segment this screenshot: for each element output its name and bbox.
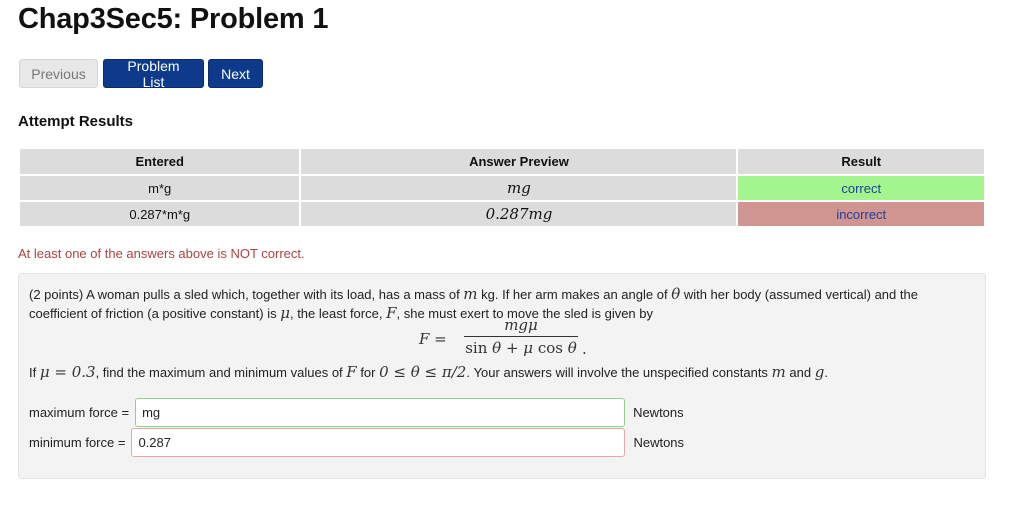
den-sin: sin: [465, 339, 488, 357]
math-symbol: g: [814, 363, 825, 381]
problem-text-part: .: [824, 365, 828, 380]
maximum-force-label: maximum force =: [29, 405, 130, 420]
problem-statement-box: (2 points) A woman pulls a sled which, t…: [18, 273, 986, 479]
table-row: m*g mg correct: [17, 174, 986, 202]
attempt-results-table: Entered Answer Preview Result m*g mg cor…: [17, 147, 986, 228]
minimum-force-label: minimum force =: [29, 435, 126, 450]
math-symbol: F: [386, 304, 397, 322]
math-expression: 0 ≤ θ ≤ π/2: [379, 363, 467, 381]
formula-numerator: mgμ: [504, 316, 538, 334]
entered-cell: 0.287*m*g: [17, 200, 302, 228]
problem-question: If μ = 0.3, find the maximum and minimum…: [29, 363, 974, 381]
entered-cell: m*g: [17, 174, 302, 202]
answer-preview-cell: 0.287mg: [299, 200, 739, 228]
problem-text-part: . Your answers will involve the unspecif…: [466, 365, 772, 380]
minimum-force-unit: Newtons: [633, 435, 685, 450]
page-title: Chap3Sec5: Problem 1: [18, 3, 329, 35]
formula-lhs: F =: [419, 330, 447, 348]
attempt-results-heading: Attempt Results: [18, 113, 134, 130]
maximum-force-input[interactable]: [135, 398, 626, 427]
force-formula: F = mgμ sin θ + μ cos θ .: [419, 314, 599, 366]
problem-text-part: , the least force,: [289, 306, 387, 321]
problem-text-part: If: [29, 365, 40, 380]
table-row: 0.287*m*g 0.287mg incorrect: [17, 200, 986, 228]
incorrect-warning-message: At least one of the answers above is NOT…: [18, 246, 305, 261]
math-symbol: m: [771, 363, 786, 381]
result-cell-correct: correct: [736, 174, 986, 202]
answer-preview-cell: mg: [299, 174, 739, 202]
problem-list-button[interactable]: Problem List: [103, 58, 204, 90]
math-symbol: θ: [671, 285, 681, 303]
maximum-force-row: maximum force = Newtons: [29, 398, 684, 427]
den-theta: θ: [567, 339, 577, 357]
problem-text-part: A woman pulls a sled which, together wit…: [83, 287, 464, 302]
column-header-entered: Entered: [17, 147, 302, 176]
problem-text-part: kg. If her arm makes an angle of: [477, 287, 672, 302]
column-header-result: Result: [736, 147, 986, 176]
table-header-row: Entered Answer Preview Result: [17, 147, 986, 176]
result-cell-incorrect: incorrect: [736, 200, 986, 228]
den-plus: +: [501, 339, 524, 357]
maximum-force-unit: Newtons: [633, 405, 684, 420]
formula-lhs-text: F =: [419, 330, 447, 348]
formula-denominator: sin θ + μ cos θ: [462, 337, 580, 359]
formula-period: .: [582, 340, 587, 358]
math-symbol: F: [346, 363, 357, 381]
math-expression: μ = 0.3: [39, 363, 96, 381]
previous-button[interactable]: Previous: [19, 59, 98, 88]
minimum-force-input[interactable]: [131, 428, 626, 457]
problem-nav: Previous Problem List Next: [19, 58, 263, 90]
problem-text-part: , find the maximum and minimum values of: [95, 365, 347, 380]
column-header-answer-preview: Answer Preview: [299, 147, 739, 176]
den-cos: cos: [533, 339, 563, 357]
den-mu: μ: [523, 339, 534, 357]
minimum-force-row: minimum force = Newtons: [29, 428, 684, 457]
problem-text-part: and: [785, 365, 815, 380]
formula-fraction: mgμ sin θ + μ cos θ: [462, 314, 580, 359]
problem-text-part: for: [356, 365, 380, 380]
next-button[interactable]: Next: [208, 59, 263, 88]
math-symbol: m: [463, 285, 478, 303]
den-theta: θ: [492, 339, 502, 357]
problem-points: (2 points): [29, 287, 84, 302]
math-symbol: μ: [280, 304, 290, 322]
